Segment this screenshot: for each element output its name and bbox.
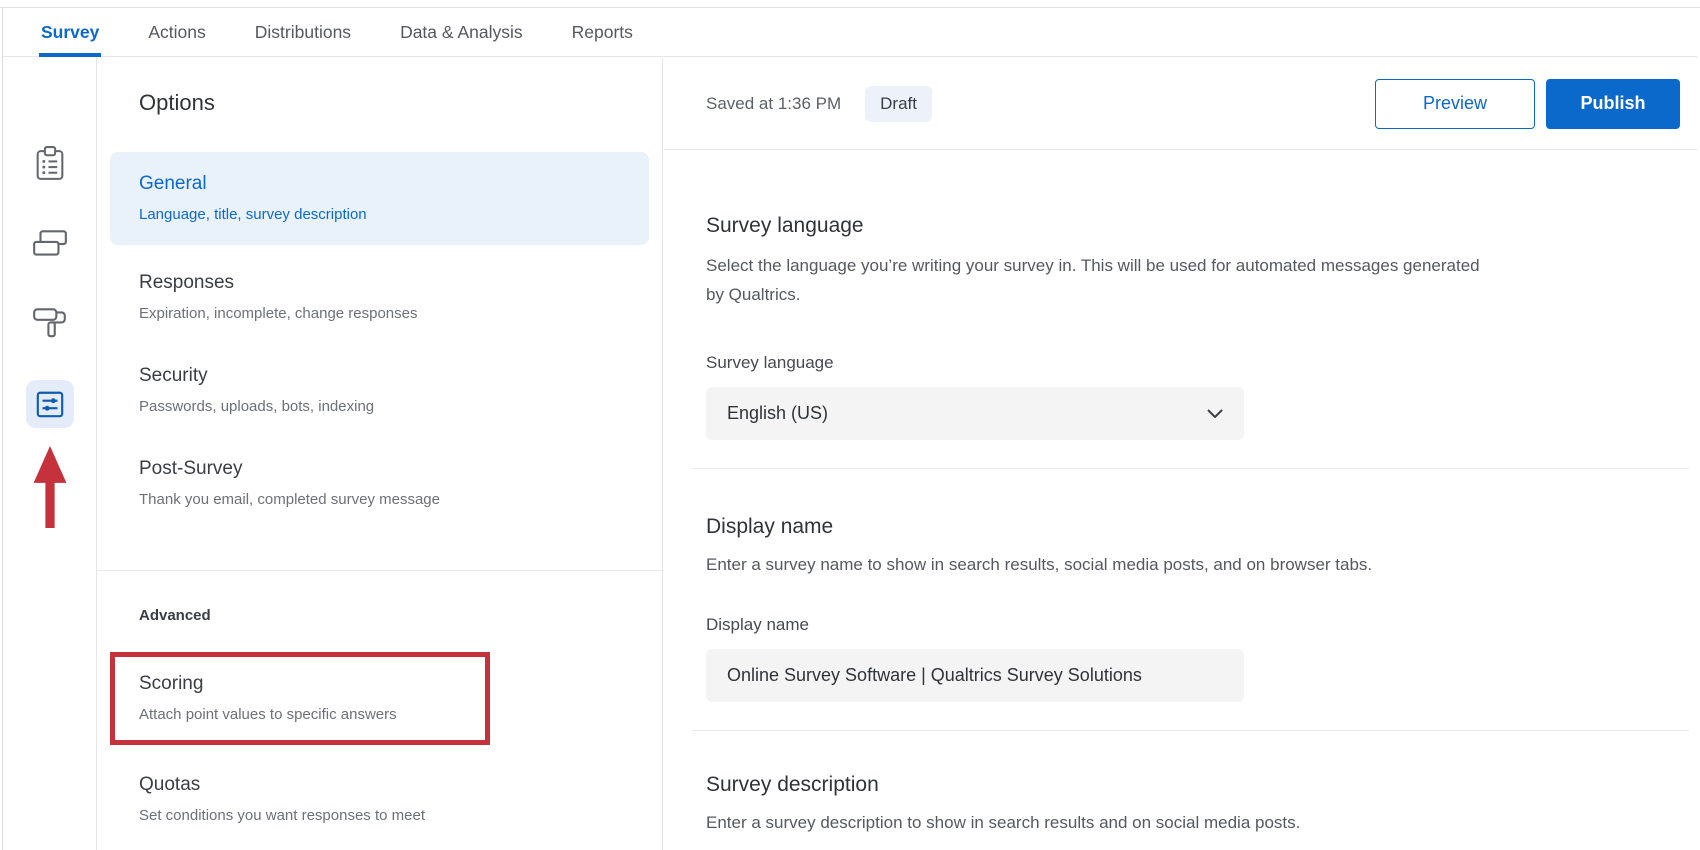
options-item-title: Post-Survey [139,458,243,479]
tab-actions[interactable]: Actions [148,8,205,56]
options-item-desc: Thank you email, completed survey messag… [139,491,440,508]
settings-content: Survey language Select the language you’… [664,214,1697,850]
options-item-desc: Passwords, uploads, bots, indexing [139,398,375,415]
options-item-desc: Language, title, survey description [139,206,367,223]
tab-survey[interactable]: Survey [38,8,102,57]
options-item-title: Security [139,365,208,386]
options-item-scoring[interactable]: Scoring Attach point values to specific … [115,657,485,740]
options-item-general[interactable]: General Language, title, survey descript… [110,152,649,245]
red-box-annotation: Scoring Attach point values to specific … [110,652,490,745]
advanced-section-label: Advanced [139,607,211,624]
options-item-quotas[interactable]: Quotas Set conditions you want responses… [110,753,649,846]
chevron-down-icon [1207,409,1223,418]
options-item-desc: Expiration, incomplete, change responses [139,305,418,322]
survey-language-value: English (US) [727,403,829,423]
section-survey-language: Survey language Select the language you’… [706,214,1697,440]
section-heading: Survey description [706,773,879,796]
tab-distributions[interactable]: Distributions [255,8,351,56]
options-item-desc: Set conditions you want responses to mee… [139,807,425,824]
options-item-responses[interactable]: Responses Expiration, incomplete, change… [110,251,649,344]
red-arrow-annotation-icon [33,446,66,528]
options-item-title: General [139,173,207,194]
section-heading: Survey language [706,214,864,237]
options-item-desc: Attach point values to specific answers [139,706,397,723]
display-name-input[interactable] [706,649,1244,702]
survey-flow-icon[interactable] [31,226,69,262]
survey-builder-icon[interactable] [31,144,68,184]
saved-status-text: Saved at 1:36 PM [706,93,842,113]
options-item-post-survey[interactable]: Post-Survey Thank you email, completed s… [110,437,649,530]
section-divider [692,730,1689,731]
tab-reports[interactable]: Reports [572,8,633,56]
section-divider [692,468,1689,469]
publish-button[interactable]: Publish [1546,78,1680,129]
options-panel: Options General Language, title, survey … [97,58,663,850]
section-survey-description: Survey description Enter a survey descri… [706,773,1697,850]
status-badge: Draft [865,85,932,122]
left-icon-rail [3,58,97,850]
tab-data-analysis[interactable]: Data & Analysis [400,8,523,56]
section-heading: Display name [706,515,834,538]
section-description: Select the language you’re writing your … [706,256,1480,304]
options-item-title: Scoring [139,673,204,694]
survey-language-label: Survey language [706,353,834,372]
options-item-security[interactable]: Security Passwords, uploads, bots, index… [110,344,649,437]
main-content: Saved at 1:36 PM Draft Preview Publish S… [664,58,1697,850]
options-panel-title: Options [139,90,215,115]
options-item-title: Responses [139,272,235,293]
survey-language-dropdown[interactable]: English (US) [706,387,1244,440]
display-name-label: Display name [706,615,809,634]
options-section-divider [97,570,662,571]
section-description: Enter a survey name to show in search re… [706,555,1373,574]
preview-button[interactable]: Preview [1375,78,1535,129]
section-display-name: Display name Enter a survey name to show… [706,515,1697,702]
main-header: Saved at 1:36 PM Draft Preview Publish [664,58,1697,150]
top-navigation: Survey Actions Distributions Data & Anal… [3,8,1697,57]
survey-options-icon[interactable] [25,380,74,428]
options-item-title: Quotas [139,774,201,795]
look-and-feel-icon[interactable] [31,304,69,342]
section-description: Enter a survey description to show in se… [706,813,1301,832]
